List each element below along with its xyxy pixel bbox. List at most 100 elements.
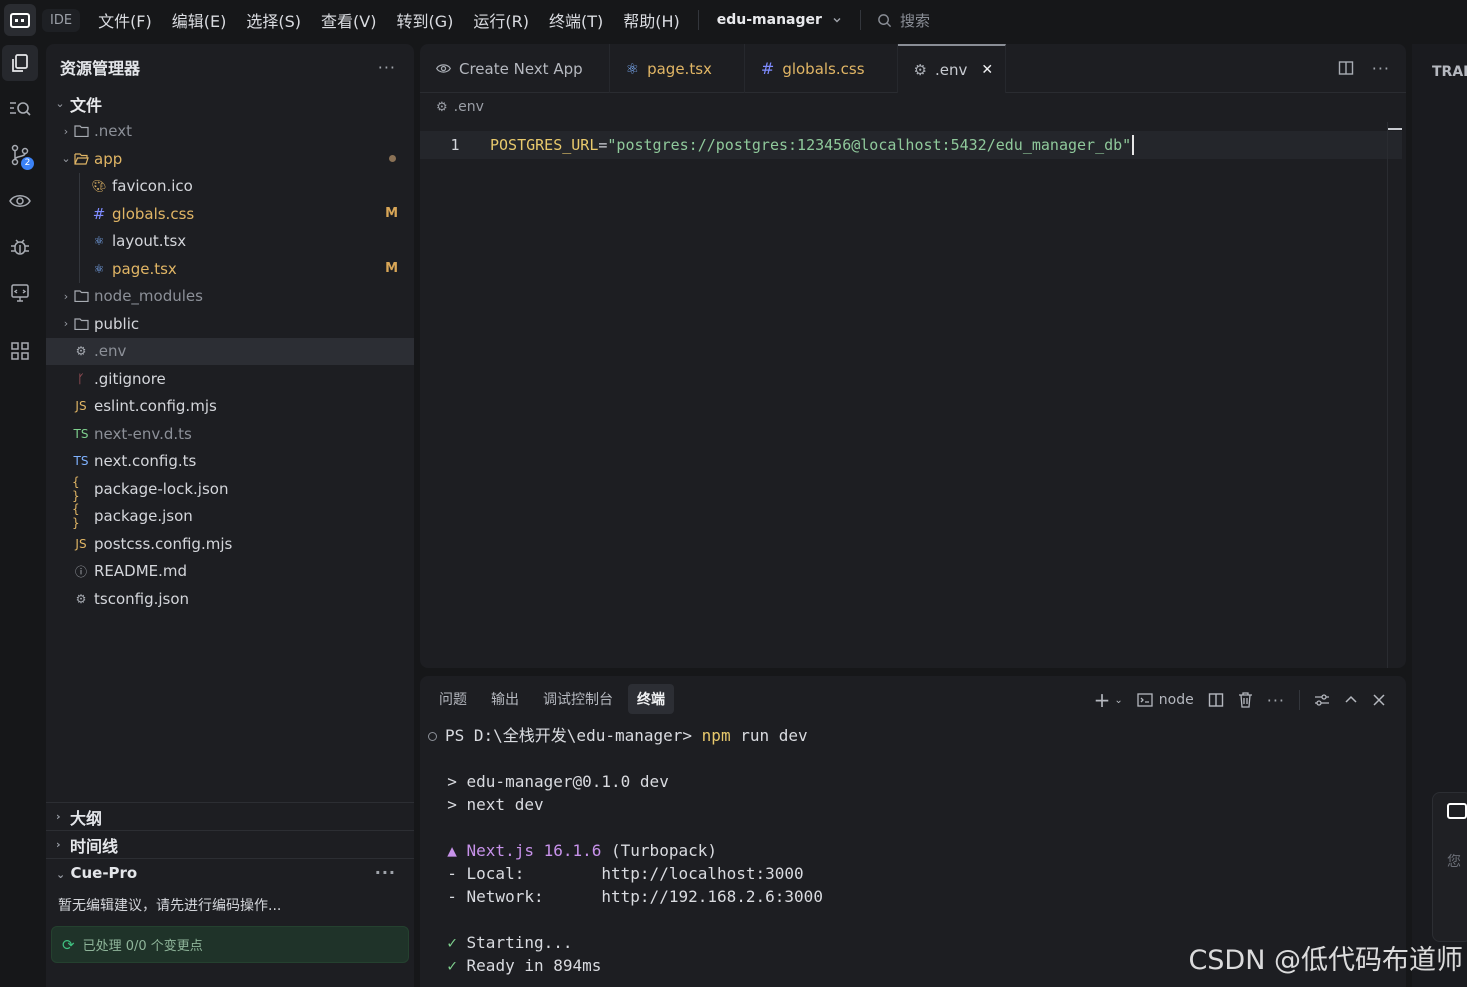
tree-root-files[interactable]: ⌄ 文件: [46, 90, 414, 118]
cue-header: ⌄ Cue-Pro: [56, 864, 137, 882]
tree-file-globals-css[interactable]: # globals.css M: [46, 200, 414, 228]
menu-go[interactable]: 转到(G): [386, 8, 463, 32]
menu-selection[interactable]: 选择(S): [236, 8, 311, 32]
code-env-key: POSTGRES_URL: [490, 136, 599, 154]
project-switcher[interactable]: edu-manager: [707, 12, 852, 28]
divider: [697, 10, 699, 30]
terminal-turbopack: (Turbopack): [601, 841, 717, 860]
outline-label: 大纲: [70, 808, 103, 828]
terminal-network-label: - Network:: [447, 887, 602, 906]
terminal-next-version: Next.js 16.1.6: [466, 841, 602, 860]
tab-terminal[interactable]: 终端: [628, 684, 674, 714]
tab-env[interactable]: ⚙ .env ✕: [897, 44, 1007, 93]
tree-file-next-env[interactable]: TS next-env.d.ts: [46, 420, 414, 448]
tab-create-next-app[interactable]: Create Next App: [420, 44, 610, 93]
chevron-down-icon[interactable]: ⌄: [1114, 695, 1122, 706]
chevron-up-icon[interactable]: [1344, 693, 1358, 707]
app-logo-icon[interactable]: [4, 4, 36, 36]
code-line-1[interactable]: 1 POSTGRES_URL = "postgres://postgres:1234…: [420, 131, 1402, 159]
app-children: 🎨︎ favicon.ico # globals.css M ⚛ layout.…: [46, 172, 414, 283]
divider: [859, 10, 861, 30]
explorer-button[interactable]: [0, 40, 40, 86]
debug-button[interactable]: [0, 224, 40, 270]
tree-file-tsconfig[interactable]: ⚙ tsconfig.json: [46, 585, 414, 613]
more-icon[interactable]: ···: [1267, 691, 1285, 710]
close-icon[interactable]: [1372, 693, 1386, 707]
tree-file-eslint[interactable]: JS eslint.config.mjs: [46, 393, 414, 421]
chat-logo-icon: [1447, 803, 1467, 819]
tree-folder-app[interactable]: ⌄ app: [46, 145, 414, 173]
close-icon[interactable]: ✕: [981, 62, 993, 78]
menu-file[interactable]: 文件(F): [88, 8, 162, 32]
tree-file-package[interactable]: { } package.json: [46, 502, 414, 530]
terminal-selector[interactable]: node: [1137, 692, 1194, 708]
cue-label: Cue-Pro: [70, 863, 138, 882]
tree-label: .env: [94, 342, 127, 361]
terminal-line-next: > next dev: [447, 795, 544, 814]
editor-scrollbar[interactable]: [1387, 122, 1388, 668]
tree-folder-next[interactable]: › .next: [46, 118, 414, 146]
tree-file-favicon[interactable]: 🎨︎ favicon.ico: [46, 173, 414, 201]
source-control-button[interactable]: 2: [0, 132, 40, 178]
terminal-local-url[interactable]: http://localhost:3000: [601, 864, 803, 883]
git-icon: ᚴ: [77, 371, 85, 386]
tree-label: next-env.d.ts: [94, 424, 192, 443]
cue-status-text: 已处理 0/0 个变更点: [82, 939, 203, 954]
terminal-starting: Starting...: [456, 933, 573, 952]
tree-file-env[interactable]: ⚙ .env: [46, 337, 414, 365]
folder-open-icon: [72, 153, 90, 165]
timeline-section[interactable]: › 时间线: [46, 830, 414, 858]
menu-run[interactable]: 运行(R): [463, 8, 539, 32]
tree-label: page.tsx: [112, 259, 177, 278]
menu-view[interactable]: 查看(V): [311, 8, 386, 32]
tree-label: layout.tsx: [112, 232, 187, 251]
tree-file-layout[interactable]: ⚛ layout.tsx: [46, 228, 414, 256]
cue-pro-section[interactable]: ⌄ Cue-Pro ···: [46, 858, 414, 886]
terminal-cmd-npm: npm: [701, 726, 731, 745]
breadcrumb-file[interactable]: .env: [454, 99, 484, 115]
eye-icon: [9, 195, 31, 207]
more-icon[interactable]: ···: [378, 58, 396, 77]
folder-icon: [72, 290, 90, 303]
ide-mode-tag[interactable]: IDE: [42, 8, 81, 32]
settings-sliders-icon[interactable]: [1314, 692, 1330, 708]
tab-problems[interactable]: 问题: [430, 684, 476, 714]
tab-globals-css[interactable]: # globals.css: [745, 44, 898, 93]
tree-label: package-lock.json: [94, 479, 229, 498]
split-editor-icon[interactable]: [1338, 60, 1354, 76]
tab-output[interactable]: 输出: [482, 684, 528, 714]
tree-file-next-config[interactable]: TS next.config.ts: [46, 448, 414, 476]
more-icon[interactable]: ···: [1372, 59, 1390, 78]
terminal-network-url[interactable]: http://192.168.2.6:3000: [601, 887, 823, 906]
tree-file-gitignore[interactable]: ᚴ .gitignore: [46, 365, 414, 393]
menu-help[interactable]: 帮助(H): [613, 8, 690, 32]
preview-button[interactable]: [0, 178, 40, 224]
tree-file-readme[interactable]: ⓘ README.md: [46, 558, 414, 586]
outline-section[interactable]: › 大纲: [46, 802, 414, 830]
timeline-label: 时间线: [70, 836, 119, 856]
ai-chat-card[interactable]: 您: [1432, 792, 1467, 942]
chevron-right-icon: ›: [63, 124, 69, 138]
extensions-button[interactable]: [0, 328, 40, 374]
tree-folder-public[interactable]: › public: [46, 310, 414, 338]
add-terminal-button[interactable]: +: [1094, 688, 1111, 712]
tree-folder-node-modules[interactable]: › node_modules: [46, 283, 414, 311]
search-panel-button[interactable]: [0, 86, 40, 132]
trae-label[interactable]: TRAE: [1432, 64, 1467, 80]
split-terminal-icon[interactable]: [1208, 692, 1224, 708]
terminal-prompt: PS D:\全栈开发\edu-manager>: [445, 726, 702, 745]
chevron-down-icon: ⌄: [56, 867, 66, 881]
trash-icon[interactable]: [1238, 692, 1253, 708]
global-search[interactable]: 搜索: [877, 10, 930, 31]
tree-file-page[interactable]: ⚛ page.tsx M: [46, 255, 414, 283]
tab-page-tsx[interactable]: ⚛ page.tsx: [610, 44, 745, 93]
more-icon[interactable]: ···: [375, 863, 396, 882]
tab-debug-console[interactable]: 调试控制台: [534, 684, 622, 714]
check-icon: ✓: [447, 933, 457, 952]
tree-file-package-lock[interactable]: { } package-lock.json: [46, 475, 414, 503]
menu-edit[interactable]: 编辑(E): [162, 8, 237, 32]
terminal-output[interactable]: PS D:\全栈开发\edu-manager> npm run dev > ed…: [428, 724, 823, 977]
remote-button[interactable]: [0, 270, 40, 316]
tree-file-postcss[interactable]: JS postcss.config.mjs: [46, 530, 414, 558]
menu-terminal[interactable]: 终端(T): [539, 8, 613, 32]
